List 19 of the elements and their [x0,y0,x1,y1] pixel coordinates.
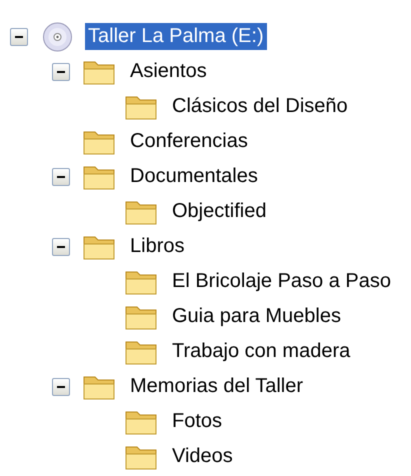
tree-item[interactable]: Clásicos del Diseño [169,93,351,120]
disc-icon [40,22,75,52]
collapse-toggle[interactable] [52,168,70,186]
tree-item[interactable]: Videos [169,443,236,470]
tree-item[interactable]: Guia para Muebles [169,303,344,330]
tree-item[interactable]: Objectified [169,198,270,225]
collapse-toggle[interactable] [52,378,70,396]
tree-item[interactable]: Memorias del Taller [127,373,306,400]
tree-item[interactable]: Asientos [127,58,210,85]
tree-item[interactable]: El Bricolaje Paso a Paso [169,268,394,295]
tree-item[interactable]: Conferencias [127,128,251,155]
tree-item[interactable]: Trabajo con madera [169,338,354,365]
collapse-toggle[interactable] [10,28,28,46]
tree-item[interactable]: Fotos [169,408,226,435]
tree-item[interactable]: Taller La Palma (E:) [85,23,267,50]
tree-item[interactable]: Libros [127,233,188,260]
collapse-toggle[interactable] [52,62,70,80]
collapse-toggle[interactable] [52,238,70,256]
tree-item[interactable]: Documentales [127,163,261,190]
